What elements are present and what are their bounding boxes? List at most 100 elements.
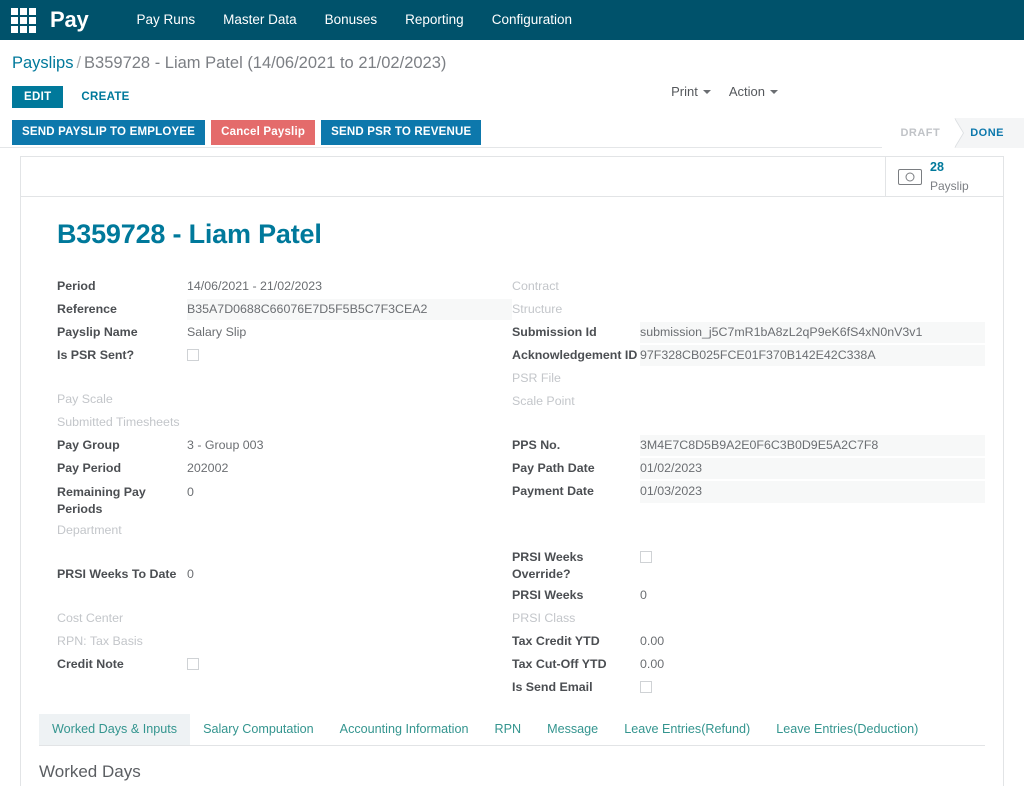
menu-item-pay-runs[interactable]: Pay Runs (123, 0, 210, 40)
form-row: Scale Point (512, 391, 985, 412)
field-label: Pay Group (57, 438, 120, 453)
field-value (640, 368, 985, 372)
create-button[interactable]: CREATE (71, 86, 139, 108)
field-label: Cost Center (57, 610, 124, 625)
money-banknote-icon (898, 168, 922, 185)
field-value (640, 299, 985, 303)
action-menu-label: Action (728, 84, 765, 99)
tab-accounting-information[interactable]: Accounting Information (327, 714, 482, 745)
field-label: Department (57, 522, 122, 537)
field-label: Period (57, 279, 96, 293)
form-column-left: Period 14/06/2021 - 21/02/2023 Reference B3… (39, 276, 512, 700)
field-label: Tax Cut-Off YTD (512, 656, 607, 671)
field-value: 97F328CB025FCE01F370B142E42C338A (640, 345, 985, 367)
field-checkbox[interactable] (640, 681, 652, 694)
field-value (187, 389, 512, 393)
field-value: 0.00 (640, 633, 665, 648)
form-row: Is PSR Sent? (57, 345, 512, 366)
field-checkbox[interactable] (187, 657, 199, 670)
form-row: Pay Period 202002 (57, 458, 512, 479)
payslip-count-text: 28 Payslip (930, 158, 969, 195)
field-value: 0.00 (640, 656, 665, 671)
field-label: PRSI Class (512, 610, 576, 625)
status-step-done-label: DONE (970, 126, 1004, 139)
send-payslip-to-employee-button[interactable]: SEND PAYSLIP TO EMPLOYEE (12, 120, 206, 145)
field-value: 3 - Group 003 (187, 438, 264, 453)
menu-item-reporting[interactable]: Reporting (391, 0, 478, 40)
form-row: PSR File (512, 368, 985, 389)
menu-item-master-data[interactable]: Master Data (209, 0, 311, 40)
form-row: Reference B35A7D0688C66076E7D5F5B5C7F3CEA… (57, 299, 512, 321)
field-label: Tax Credit YTD (512, 633, 600, 648)
form-row: Remaining Pay Periods 0 (57, 482, 512, 518)
form-row: Tax Cut-Off YTD 0.00 (512, 654, 985, 675)
status-step-done[interactable]: DONE (954, 117, 1024, 148)
tab-leave-entries-deduction[interactable]: Leave Entries(Deduction) (763, 714, 931, 745)
field-value: 14/06/2021 - 21/02/2023 (187, 279, 323, 293)
status-step-draft[interactable]: DRAFT (882, 117, 965, 148)
field-value (187, 520, 512, 524)
breadcrumb-root-payslips[interactable]: Payslips (12, 54, 73, 72)
field-label: Submission Id (512, 325, 597, 339)
field-label: Remaining Pay Periods (57, 484, 146, 516)
field-label: Is Send Email (512, 680, 593, 695)
field-value (640, 276, 985, 280)
field-value (187, 608, 512, 612)
tab-salary-computation[interactable]: Salary Computation (190, 714, 327, 745)
chevron-down-icon (770, 89, 778, 94)
field-value: B35A7D0688C66076E7D5F5B5C7F3CEA2 (187, 299, 512, 321)
form-spacer (512, 505, 985, 526)
field-checkbox[interactable] (187, 349, 199, 362)
send-psr-to-revenue-button[interactable]: SEND PSR TO REVENUE (321, 120, 482, 145)
tab-worked-days-inputs[interactable]: Worked Days & Inputs (39, 714, 191, 746)
edit-button[interactable]: EDIT (12, 86, 64, 108)
form-spacer (57, 543, 512, 564)
print-menu[interactable]: Print (671, 84, 711, 99)
field-label: PRSI Weeks To Date (57, 566, 177, 581)
form-row: Payslip Name Salary Slip (57, 322, 512, 343)
form-row: Contract (512, 276, 985, 297)
field-label: Is PSR Sent? (57, 348, 135, 363)
apps-grid-icon[interactable] (8, 5, 38, 35)
field-label: PRSI Weeks Override? (512, 549, 584, 581)
field-label: RPN: Tax Basis (57, 633, 143, 648)
form-row: Payment Date 01/03/2023 (512, 481, 985, 503)
form-row: Submitted Timesheets (57, 412, 512, 433)
form-spacer (57, 368, 512, 389)
record-menus: Print Action (671, 84, 778, 99)
tab-rpn[interactable]: RPN (481, 714, 534, 745)
action-menu[interactable]: Action (729, 84, 778, 99)
form-row: Is Send Email (512, 677, 985, 698)
field-label: Payslip Name (57, 325, 138, 340)
status-chevron-icon (954, 117, 964, 148)
field-label: Pay Path Date (512, 461, 595, 476)
field-checkbox[interactable] (640, 550, 652, 563)
breadcrumb-separator: / (76, 54, 82, 72)
form-row: PPS No. 3M4E7C8D5B9A2E0F6C3B0D9E5A2C7F8 (512, 435, 985, 457)
form-row: Tax Credit YTD 0.00 (512, 631, 985, 652)
worked-days-heading: Worked Days (39, 762, 141, 782)
field-value (640, 391, 985, 395)
field-label: PSR File (512, 371, 561, 386)
field-label: Payment Date (512, 484, 594, 499)
menu-item-configuration[interactable]: Configuration (478, 0, 586, 40)
tab-leave-entries-refund[interactable]: Leave Entries(Refund) (611, 714, 763, 745)
field-value: 202002 (187, 461, 229, 476)
notebook-tabs: Worked Days & Inputs Salary Computation Ac… (39, 714, 985, 747)
app-brand-pay[interactable]: Pay (50, 7, 89, 33)
breadcrumb-current: B359728 - Liam Patel (14/06/2021 to 21/0… (84, 54, 447, 72)
tab-message[interactable]: Message (534, 714, 611, 745)
form-row: Acknowledgement ID 97F328CB025FCE01F370B1… (512, 345, 985, 367)
form-row: PRSI Weeks 0 (512, 585, 985, 606)
field-label: PPS No. (512, 438, 561, 453)
form-column-right: Contract Structure Submission Id submission… (512, 276, 985, 700)
cancel-payslip-button[interactable]: Cancel Payslip (211, 120, 316, 145)
form-columns: Period 14/06/2021 - 21/02/2023 Reference B3… (39, 276, 985, 700)
form-row: Pay Path Date 01/02/2023 (512, 458, 985, 480)
payslip-count-button[interactable]: 28 Payslip (885, 157, 1003, 196)
field-value: 0 (187, 566, 194, 581)
field-value (187, 631, 512, 635)
menu-item-bonuses[interactable]: Bonuses (311, 0, 392, 40)
breadcrumb: Payslips / B359728 - Liam Patel (14/06/202… (12, 54, 1024, 73)
field-label: Credit Note (57, 656, 124, 671)
